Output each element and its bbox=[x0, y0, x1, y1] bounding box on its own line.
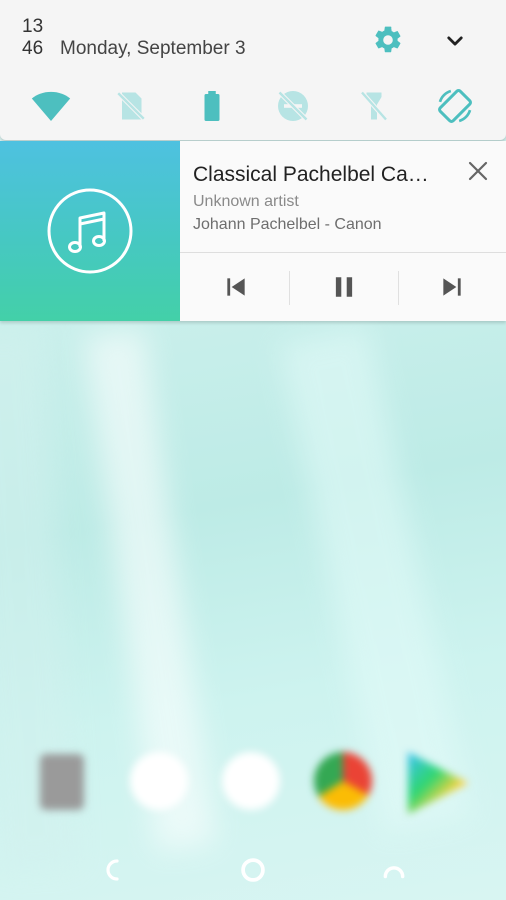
clock-hour: 13 bbox=[22, 16, 44, 37]
app-icon bbox=[130, 752, 188, 810]
media-track: Johann Pachelbel - Canon bbox=[193, 216, 382, 233]
music-note-icon bbox=[47, 188, 133, 274]
media-title: Classical Pachelbel Ca… bbox=[193, 163, 429, 186]
previous-button[interactable] bbox=[216, 267, 256, 307]
tile-auto-rotate[interactable] bbox=[433, 84, 477, 128]
chevron-down-icon bbox=[447, 36, 463, 46]
skip-previous-icon bbox=[227, 278, 245, 296]
app-icon bbox=[222, 752, 280, 810]
divider bbox=[398, 271, 399, 305]
tile-battery[interactable] bbox=[190, 84, 234, 128]
expand-button[interactable] bbox=[440, 26, 470, 56]
pause-icon bbox=[335, 277, 353, 297]
tile-wifi[interactable] bbox=[29, 84, 73, 128]
battery-icon bbox=[204, 91, 220, 121]
skip-next-icon bbox=[443, 278, 461, 296]
next-button[interactable] bbox=[432, 267, 472, 307]
media-notification[interactable]: Classical Pachelbel Ca… Unknown artist J… bbox=[0, 141, 506, 321]
media-artist: Unknown artist bbox=[193, 193, 299, 210]
playback-controls bbox=[180, 253, 506, 321]
no-sim-icon bbox=[116, 91, 146, 121]
flashlight-off-icon bbox=[360, 91, 388, 121]
close-icon bbox=[468, 161, 488, 181]
recents-icon bbox=[383, 866, 405, 879]
chrome-icon bbox=[314, 752, 372, 810]
quick-settings-tiles bbox=[0, 84, 506, 128]
date-label[interactable]: Monday, September 3 bbox=[60, 38, 246, 60]
clock: 13 46 bbox=[22, 16, 43, 60]
back-button[interactable] bbox=[96, 852, 132, 888]
home-dock bbox=[0, 740, 506, 830]
divider bbox=[289, 271, 290, 305]
back-icon bbox=[106, 859, 119, 881]
tile-flashlight[interactable] bbox=[352, 84, 396, 128]
app-icon bbox=[40, 754, 84, 810]
home-icon bbox=[241, 858, 265, 882]
wifi-icon bbox=[31, 91, 71, 121]
settings-button[interactable] bbox=[372, 24, 404, 56]
home-button[interactable] bbox=[235, 852, 271, 888]
recents-button[interactable] bbox=[376, 852, 412, 888]
navigation-bar bbox=[0, 840, 506, 900]
clock-minute: 46 bbox=[22, 38, 44, 59]
tile-sim[interactable] bbox=[109, 84, 153, 128]
pause-button[interactable] bbox=[324, 267, 364, 307]
album-art bbox=[0, 141, 180, 321]
auto-rotate-icon bbox=[438, 89, 472, 123]
gear-icon bbox=[375, 26, 401, 53]
quick-settings-header: 13 46 Monday, September 3 bbox=[0, 0, 506, 140]
tile-do-not-disturb[interactable] bbox=[271, 84, 315, 128]
dismiss-button[interactable] bbox=[464, 157, 492, 185]
play-store-icon bbox=[408, 752, 468, 814]
do-not-disturb-off-icon bbox=[277, 90, 309, 122]
